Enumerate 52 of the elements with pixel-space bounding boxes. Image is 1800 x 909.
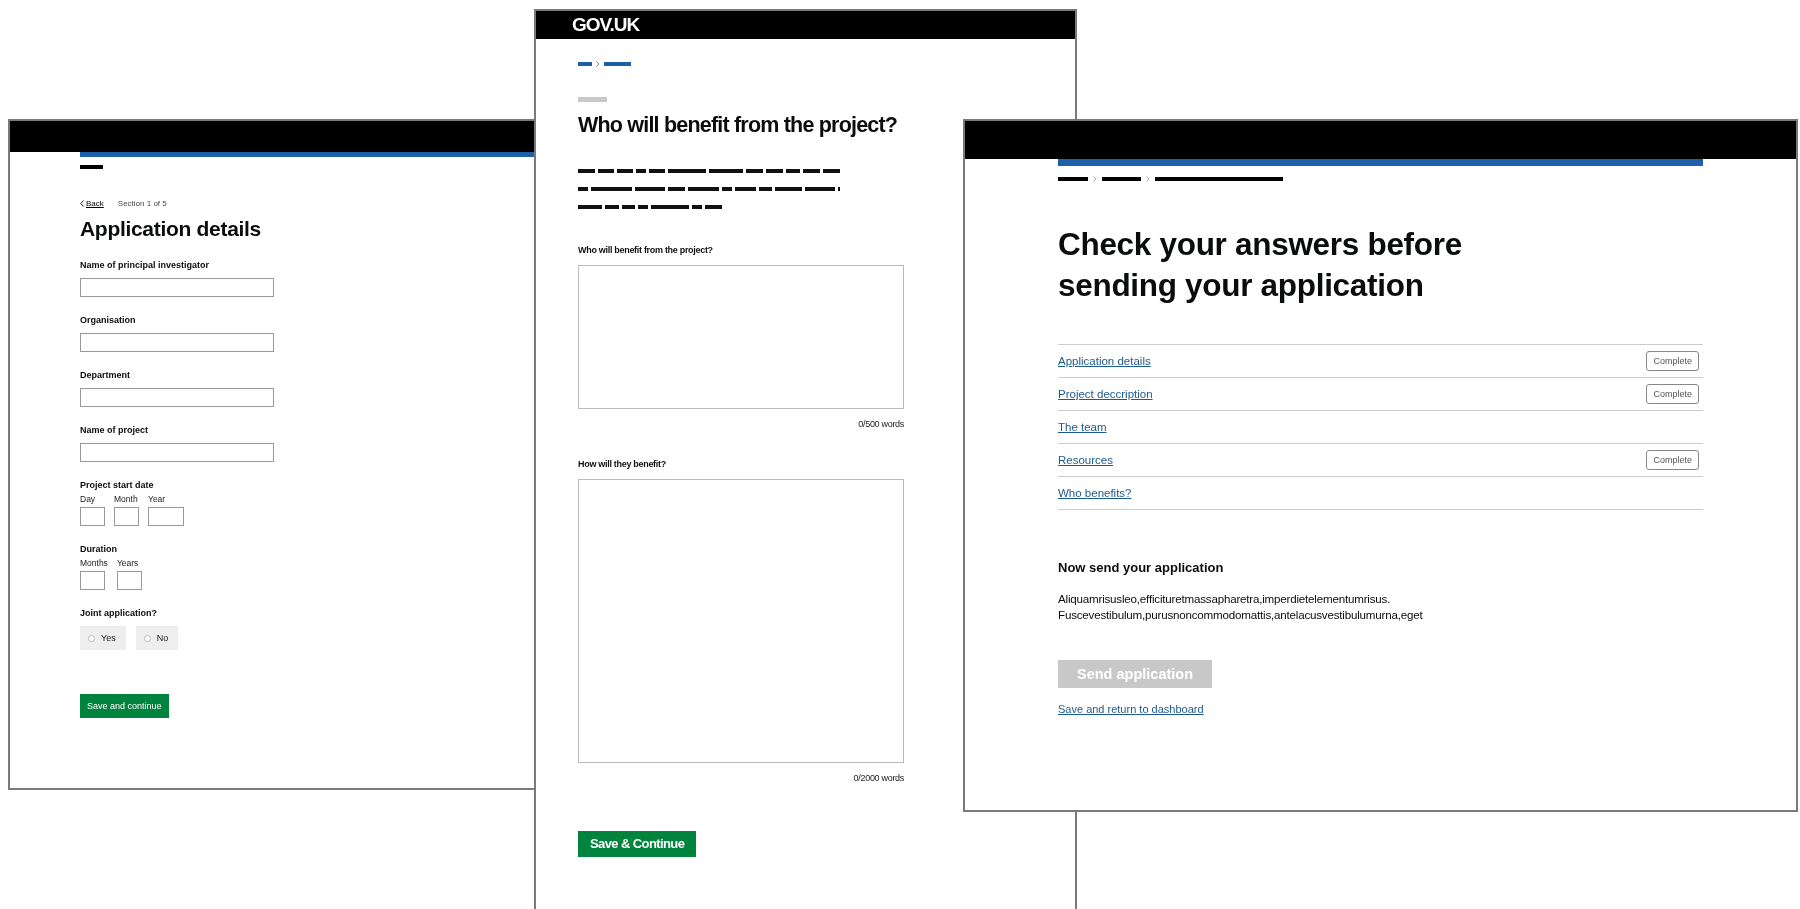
field-label: Joint application? bbox=[80, 608, 158, 619]
section-link[interactable]: Project deccription bbox=[1058, 387, 1153, 400]
status-tag: Complete bbox=[1646, 449, 1699, 470]
field-label: Years bbox=[116, 558, 140, 569]
section-link[interactable]: Who benefits? bbox=[1058, 486, 1132, 499]
text-input-field[interactable] bbox=[80, 388, 274, 408]
chevron-icon bbox=[596, 61, 600, 67]
text-input-field[interactable] bbox=[80, 333, 274, 353]
question-label: Who will benefit from the project? bbox=[578, 244, 714, 255]
save-continue-button[interactable]: Save & Continue bbox=[578, 830, 697, 857]
date-input-field[interactable] bbox=[148, 507, 184, 527]
chevron-icon bbox=[1146, 176, 1150, 182]
radio-option[interactable]: No bbox=[135, 626, 179, 651]
text-input-field[interactable] bbox=[80, 278, 274, 298]
field-label: Project start date bbox=[80, 480, 155, 491]
field-label: Department bbox=[80, 370, 131, 381]
field-label: Name of principal investigator bbox=[80, 260, 211, 271]
field-label: Duration bbox=[80, 544, 118, 555]
date-input-field[interactable] bbox=[80, 571, 105, 591]
back-link[interactable]: Back bbox=[80, 199, 104, 208]
field-label: Months bbox=[80, 558, 108, 569]
placeholder-text-bar bbox=[578, 97, 607, 102]
date-input-field[interactable] bbox=[80, 507, 105, 527]
section-link[interactable]: Application details bbox=[1058, 354, 1151, 367]
body-text: Aliquamrisusleo,efficituretmassapharetra,imperdietelementumrisus. Fuscevestibulum,purusnoncommodomattis,antelacusvestibulumurna,eget bbox=[1058, 590, 1424, 624]
field-label: Name of project bbox=[80, 425, 149, 436]
field-label: Year bbox=[148, 494, 167, 505]
chevron-left-icon bbox=[80, 200, 84, 207]
section-number-text: Section 1 of 5 bbox=[117, 199, 167, 208]
question-label: How will they benefit? bbox=[578, 458, 667, 469]
page-title: Who will benefit from the project? bbox=[578, 112, 898, 139]
save-continue-button[interactable]: Save and continue bbox=[80, 694, 169, 719]
field-label: Month bbox=[114, 494, 139, 505]
page-title: Check your answers before sending your application bbox=[1058, 225, 1463, 305]
site-logo[interactable]: GOV.UK bbox=[572, 14, 640, 36]
field-label: Day bbox=[80, 494, 97, 505]
status-tag: Complete bbox=[1646, 350, 1699, 371]
word-counter: 0/500 words bbox=[858, 418, 904, 429]
return-dashboard-link[interactable]: Save and return to dashboard bbox=[1058, 703, 1204, 716]
placeholder-text-bar bbox=[80, 165, 103, 169]
text-input-field[interactable] bbox=[80, 443, 274, 463]
field-label: Organisation bbox=[80, 315, 137, 326]
status-tag: Complete bbox=[1646, 383, 1699, 404]
date-input-field[interactable] bbox=[114, 507, 139, 527]
chevron-icon bbox=[1093, 176, 1097, 182]
section-heading: Now send your application bbox=[1058, 559, 1224, 575]
section-link[interactable]: The team bbox=[1058, 420, 1107, 433]
word-counter: 0/2000 words bbox=[853, 772, 904, 783]
section-link[interactable]: Resources bbox=[1058, 453, 1113, 466]
radio-option[interactable]: Yes bbox=[80, 626, 126, 651]
date-input-field[interactable] bbox=[116, 571, 142, 591]
page-title: Application details bbox=[80, 216, 261, 242]
